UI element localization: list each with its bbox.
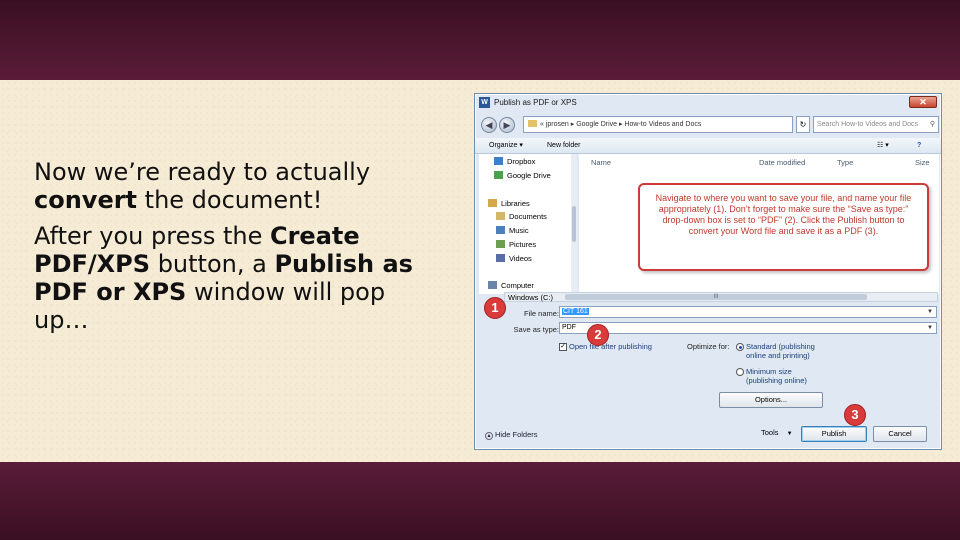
top-band xyxy=(0,0,960,80)
nav-item-google-drive[interactable]: Google Drive xyxy=(494,170,551,181)
music-icon xyxy=(496,226,505,234)
options-button[interactable]: Options... xyxy=(719,392,823,408)
optimize-label: Optimize for: xyxy=(687,342,730,351)
slide-body-text: Now we’re ready to actually convert the … xyxy=(34,158,434,342)
file-name-value: CIT 161 xyxy=(562,308,589,315)
nav-item-videos[interactable]: Videos xyxy=(496,253,532,264)
file-name-input[interactable]: CIT 161 ▼ xyxy=(559,306,937,318)
nav-item-music[interactable]: Music xyxy=(496,225,529,236)
publish-button[interactable]: Publish xyxy=(801,426,867,442)
column-type[interactable]: Type xyxy=(837,158,853,167)
chevron-down-icon: ▼ xyxy=(786,431,793,437)
nav-label: Videos xyxy=(509,254,532,263)
documents-icon xyxy=(496,212,505,220)
publish-dialog: W Publish as PDF or XPS ✕ ◀ ▶ « jprosen … xyxy=(474,93,942,450)
nav-label: Pictures xyxy=(509,240,537,249)
computer-icon xyxy=(488,281,497,289)
tools-label: Tools xyxy=(761,428,779,437)
nav-label: Libraries xyxy=(501,199,530,208)
slide-paragraph-1: Now we’re ready to actually convert the … xyxy=(34,158,434,214)
dialog-toolbar: Organize ▾ New folder ☷ ▾ ? xyxy=(475,138,941,154)
libraries-icon xyxy=(488,199,497,207)
search-icon: ⚲ xyxy=(929,121,935,128)
dialog-titlebar: W Publish as PDF or XPS ✕ xyxy=(475,94,941,112)
minimum-radio[interactable] xyxy=(736,368,744,376)
google-drive-icon xyxy=(494,171,503,179)
address-bar[interactable]: « jprosen ▸ Google Drive ▸ How-to Videos… xyxy=(523,116,793,133)
nav-scroll-thumb[interactable] xyxy=(572,206,576,242)
dropbox-icon xyxy=(494,157,503,165)
videos-icon xyxy=(496,254,505,262)
hide-folders-toggle[interactable]: ▴ Hide Folders xyxy=(485,430,538,440)
back-button[interactable]: ◀ xyxy=(481,117,497,133)
navigation-bar: ◀ ▶ « jprosen ▸ Google Drive ▸ How-to Vi… xyxy=(479,114,939,136)
para1-bold: convert xyxy=(34,186,138,214)
nav-label: Google Drive xyxy=(507,171,551,180)
search-placeholder: Search How-to Videos and Docs xyxy=(817,121,919,128)
save-form: File name: CIT 161 ▼ Save as type: PDF ▼ ✓… xyxy=(475,306,943,451)
standard-radio[interactable] xyxy=(736,343,744,351)
refresh-button[interactable]: ↻ xyxy=(796,116,810,133)
view-menu[interactable]: ☷ ▾ xyxy=(877,138,889,154)
nav-label: Dropbox xyxy=(507,157,536,166)
instruction-callout: Navigate to where you want to save your … xyxy=(638,183,929,271)
nav-label: Documents xyxy=(509,212,547,221)
nav-item-dropbox[interactable]: Dropbox xyxy=(494,156,535,167)
para2-text-b: button, a xyxy=(150,250,275,278)
minimum-option-label[interactable]: Minimum size (publishing online) xyxy=(746,367,826,385)
step-badge-3: 3 xyxy=(844,404,866,426)
save-type-label: Save as type: xyxy=(513,325,559,334)
nav-item-documents[interactable]: Documents xyxy=(496,211,547,222)
standard-option-label[interactable]: Standard (publishing online and printing… xyxy=(746,342,826,360)
nav-item-libraries[interactable]: Libraries xyxy=(488,198,530,209)
bottom-band xyxy=(0,462,960,540)
cancel-button[interactable]: Cancel xyxy=(873,426,927,442)
tree-item-windows-c[interactable]: Windows (C:) xyxy=(508,293,553,302)
nav-label: Computer xyxy=(501,281,534,290)
dialog-title: Publish as PDF or XPS xyxy=(494,98,577,107)
slide-paragraph-2: After you press the Create PDF/XPS butto… xyxy=(34,222,434,334)
address-path: « jprosen ▸ Google Drive ▸ How-to Videos… xyxy=(540,121,702,128)
pictures-icon xyxy=(496,240,505,248)
horizontal-scroll-thumb[interactable]: III xyxy=(565,294,867,300)
folder-icon xyxy=(528,120,537,127)
para1-text-a: Now we’re ready to actually xyxy=(34,158,371,186)
nav-scrollbar[interactable] xyxy=(571,154,577,294)
nav-item-computer[interactable]: Computer xyxy=(488,280,534,291)
step-badge-2: 2 xyxy=(587,324,609,346)
open-after-label[interactable]: Open file after publishing xyxy=(569,342,652,351)
word-app-icon: W xyxy=(479,97,490,108)
para1-text-b: the document! xyxy=(137,186,323,214)
save-type-select[interactable]: PDF ▼ xyxy=(559,322,937,334)
chevron-up-icon: ▴ xyxy=(485,432,493,440)
column-size[interactable]: Size xyxy=(915,158,930,167)
open-after-checkbox[interactable]: ✓ xyxy=(559,343,567,351)
nav-item-pictures[interactable]: Pictures xyxy=(496,239,536,250)
step-badge-1: 1 xyxy=(484,297,506,319)
organize-menu[interactable]: Organize ▾ xyxy=(489,138,523,154)
help-button[interactable]: ? xyxy=(917,138,921,154)
para2-text-a: After you press the xyxy=(34,222,270,250)
column-name[interactable]: Name xyxy=(591,158,611,167)
tools-menu[interactable]: Tools ▼ xyxy=(761,428,793,437)
close-button[interactable]: ✕ xyxy=(909,96,937,108)
forward-button[interactable]: ▶ xyxy=(499,117,515,133)
history-buttons: ◀ ▶ xyxy=(481,115,521,135)
chevron-down-icon: ▼ xyxy=(927,325,933,331)
new-folder-button[interactable]: New folder xyxy=(547,138,580,154)
horizontal-scrollbar[interactable]: III xyxy=(504,292,938,302)
chevron-down-icon: ▼ xyxy=(927,309,933,315)
hide-folders-label: Hide Folders xyxy=(495,430,538,439)
search-input[interactable]: Search How-to Videos and Docs ⚲ xyxy=(813,116,939,133)
column-date-modified[interactable]: Date modified xyxy=(759,158,805,167)
save-type-value: PDF xyxy=(562,324,576,331)
nav-label: Music xyxy=(509,226,529,235)
